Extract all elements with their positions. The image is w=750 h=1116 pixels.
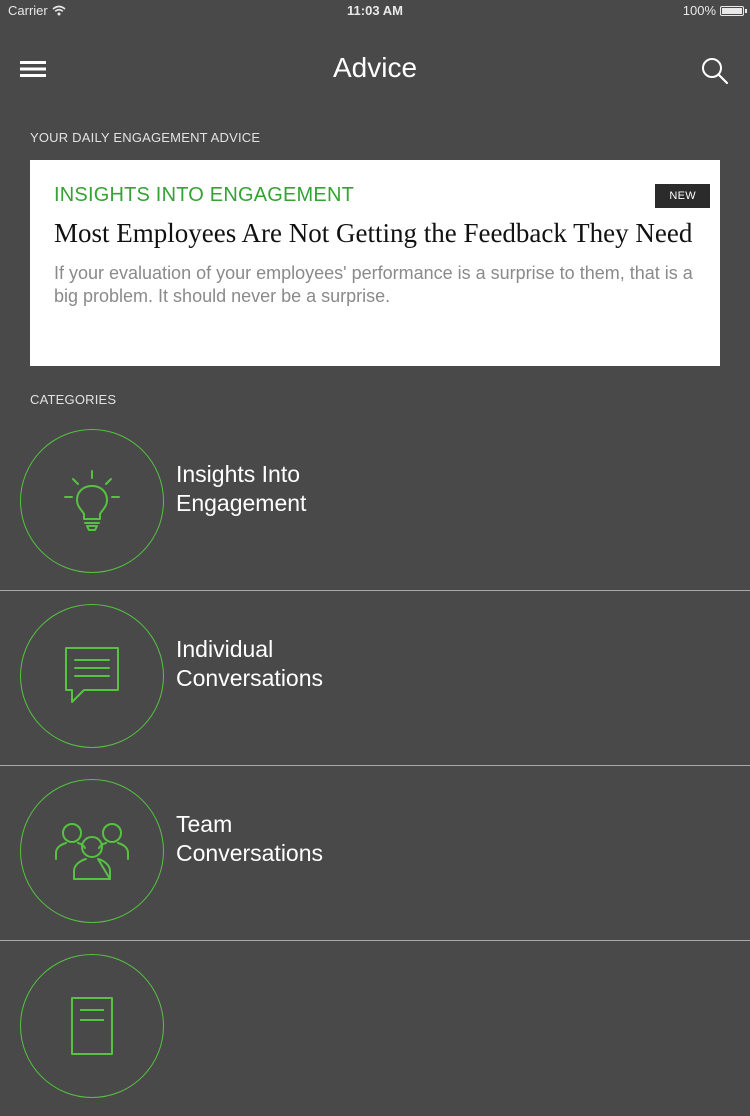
card-title: Most Employees Are Not Getting the Feedb… <box>54 218 693 248</box>
category-icon-circle <box>20 954 164 1098</box>
category-icon-circle <box>20 779 164 923</box>
category-individual-conversations[interactable]: Individual Conversations <box>0 591 750 766</box>
category-team-conversations[interactable]: Team Conversations <box>0 766 750 941</box>
battery-indicator: 100% <box>682 3 747 18</box>
card-summary: If your evaluation of your employees' pe… <box>54 263 693 306</box>
card-category: INSIGHTS INTO ENGAGEMENT <box>54 184 355 206</box>
category-row-partial[interactable] <box>0 941 750 1116</box>
new-badge: NEW <box>655 184 710 208</box>
category-label: Individual Conversations <box>176 636 324 691</box>
category-label: Team Conversations <box>176 811 324 866</box>
categories-section-label: CATEGORIES <box>30 392 117 407</box>
team-icon <box>55 823 129 880</box>
navigation-bar: Advice <box>0 22 750 118</box>
category-insights-into-engagement[interactable]: Insights Into Engagement <box>0 416 750 591</box>
lightbulb-icon <box>64 470 120 531</box>
status-bar: Carrier 11:03 AM 100% <box>0 0 750 22</box>
clock: 11:03 AM <box>347 3 403 18</box>
battery-percent: 100% <box>682 3 716 18</box>
category-label: Insights Into Engagement <box>176 461 307 516</box>
document-icon <box>71 997 113 1055</box>
category-icon-circle <box>20 429 164 573</box>
battery-icon <box>720 5 747 16</box>
daily-advice-section-label: YOUR DAILY ENGAGEMENT ADVICE <box>30 130 261 145</box>
daily-advice-card[interactable]: INSIGHTS INTO ENGAGEMENT NEW Most Employ… <box>30 160 720 366</box>
search-icon <box>702 58 729 85</box>
category-icon-circle <box>20 604 164 748</box>
chat-bubble-icon <box>65 647 119 703</box>
search-button[interactable] <box>700 56 730 86</box>
page-title: Advice <box>332 52 418 83</box>
